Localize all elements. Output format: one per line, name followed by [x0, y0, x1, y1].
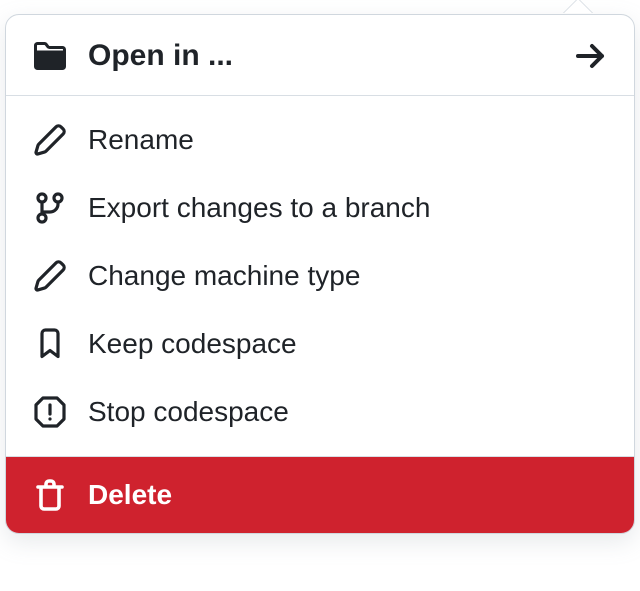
- keep-codespace-item[interactable]: Keep codespace: [6, 310, 634, 378]
- actions-section: Rename Export changes to a branch Change…: [6, 96, 634, 456]
- pencil-icon: [34, 260, 66, 292]
- pencil-icon: [34, 124, 66, 156]
- bookmark-icon: [34, 328, 66, 360]
- keep-codespace-label: Keep codespace: [88, 328, 297, 360]
- folder-open-icon: [34, 40, 66, 72]
- git-branch-icon: [34, 192, 66, 224]
- stop-icon: [34, 396, 66, 428]
- export-branch-label: Export changes to a branch: [88, 192, 430, 224]
- stop-codespace-item[interactable]: Stop codespace: [6, 378, 634, 446]
- trash-icon: [34, 479, 66, 511]
- stop-codespace-label: Stop codespace: [88, 396, 289, 428]
- change-machine-label: Change machine type: [88, 260, 360, 292]
- delete-label: Delete: [88, 479, 172, 511]
- open-in-item[interactable]: Open in ...: [6, 15, 634, 95]
- codespace-actions-menu: Open in ... Rename Export changes to a b…: [5, 14, 635, 534]
- open-in-label: Open in ...: [88, 39, 552, 73]
- arrow-right-icon: [574, 40, 606, 72]
- delete-item[interactable]: Delete: [6, 457, 634, 533]
- export-branch-item[interactable]: Export changes to a branch: [6, 174, 634, 242]
- change-machine-item[interactable]: Change machine type: [6, 242, 634, 310]
- rename-label: Rename: [88, 124, 194, 156]
- rename-item[interactable]: Rename: [6, 106, 634, 174]
